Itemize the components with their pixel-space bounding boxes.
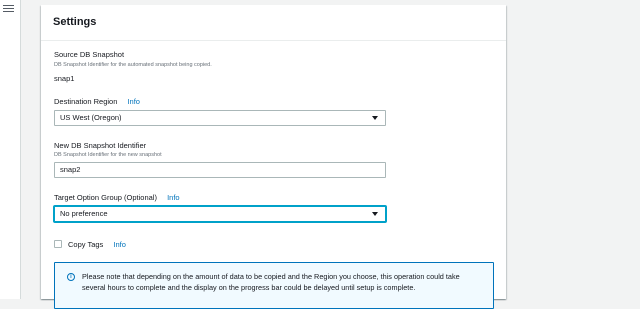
side-nav (0, 0, 21, 299)
settings-panel: Settings Source DB Snapshot DB Snapshot … (41, 5, 506, 309)
copy-tags-info-link[interactable]: Info (113, 240, 126, 249)
caret-down-icon (372, 212, 378, 216)
source-snapshot-value: snap1 (54, 74, 75, 83)
info-alert-text: Please note that depending on the amount… (82, 272, 460, 292)
target-option-group-label-text: Target Option Group (Optional) (54, 193, 157, 202)
destination-region-label: Destination Region Info (54, 97, 140, 106)
destination-region-info-link[interactable]: Info (127, 97, 140, 106)
source-snapshot-description: DB Snapshot Identifier for the automated… (54, 62, 212, 68)
caret-down-icon (372, 116, 378, 120)
new-snapshot-input[interactable]: snap2 (54, 162, 386, 178)
destination-region-label-text: Destination Region (54, 97, 118, 106)
target-option-group-select[interactable]: No preference (54, 206, 386, 222)
destination-region-select[interactable]: US West (Oregon) (54, 110, 386, 126)
copy-tags-checkbox[interactable] (54, 240, 62, 248)
panel-title: Settings (53, 16, 97, 28)
copy-tags-label: Copy Tags Info (68, 240, 126, 249)
target-option-group-info-link[interactable]: Info (167, 193, 180, 202)
target-option-group-label: Target Option Group (Optional) Info (54, 193, 180, 202)
target-option-group-selected: No preference (60, 209, 108, 218)
new-snapshot-label: New DB Snapshot Identifier (54, 141, 147, 150)
new-snapshot-description: DB Snapshot Identifier for the new snaps… (54, 152, 162, 158)
destination-region-selected: US West (Oregon) (60, 113, 122, 122)
info-circle-icon: i (67, 273, 75, 281)
info-alert: i Please note that depending on the amou… (54, 262, 494, 309)
source-snapshot-label: Source DB Snapshot (54, 50, 125, 59)
hamburger-menu-icon[interactable] (3, 5, 14, 14)
copy-tags-label-text: Copy Tags (68, 240, 104, 249)
new-snapshot-value: snap2 (60, 165, 81, 174)
panel-header: Settings (41, 5, 506, 41)
